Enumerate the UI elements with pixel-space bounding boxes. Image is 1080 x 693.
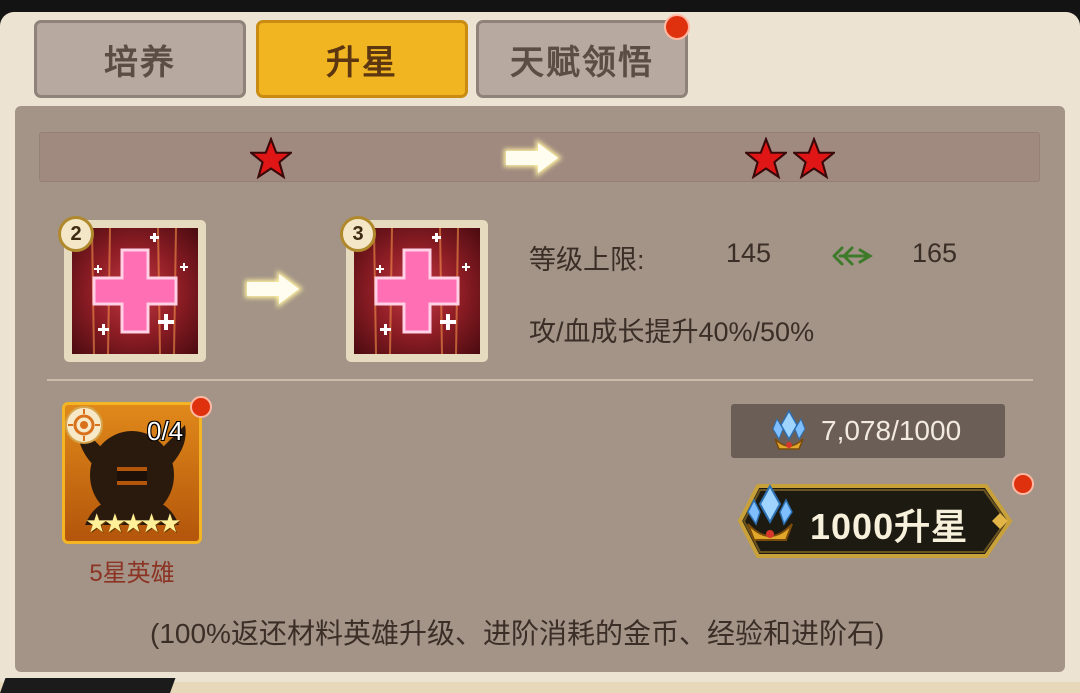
crystal-crown-icon [772, 409, 806, 450]
level-cap-label: 等级上限: [529, 245, 645, 275]
tab-cultivate[interactable]: 培养 [34, 20, 246, 98]
tab-talent[interactable]: 天赋领悟 [476, 20, 688, 98]
refund-note: (100%返还材料英雄升级、进阶消耗的金币、经验和进阶石) [150, 618, 885, 649]
material-notification-dot [190, 396, 212, 418]
skill-level-badge: 3 [340, 216, 376, 252]
star-transition-row [39, 132, 1040, 182]
bottom-decoration [0, 678, 176, 693]
star-icon [793, 137, 835, 179]
skill-level-value: 2 [70, 222, 82, 245]
skill-level-badge: 2 [58, 216, 94, 252]
tab-label: 培养 [104, 43, 176, 82]
star-up-panel: 2 3 等级上限: 145 165 攻/血成长提升40%/50% 0/4 ★★★… [15, 106, 1065, 672]
tab-label: 天赋领悟 [510, 43, 654, 82]
heal-skill-art [72, 228, 198, 354]
skill-level-value: 3 [352, 222, 364, 245]
tab-star-up[interactable]: 升星 [256, 20, 468, 98]
heal-skill-art [354, 228, 480, 354]
sun-element-icon [65, 406, 103, 444]
level-cap-from: 145 [726, 238, 772, 268]
tab-label: 升星 [326, 43, 398, 82]
material-hero-label: 5星英雄 [89, 560, 175, 587]
growth-text: 攻/血成长提升40%/50% [529, 317, 815, 347]
divider [47, 379, 1033, 381]
star-icon [745, 137, 787, 179]
cost-text: 7,078/1000 [821, 415, 962, 446]
arrow-green-icon [832, 246, 873, 266]
star-up-notification-dot [1012, 473, 1034, 495]
material-progress: 0/4 [147, 416, 184, 446]
star-up-button-label: 1000升星 [810, 506, 969, 547]
arrow-right-icon [504, 139, 562, 177]
arrow-right-icon [245, 270, 303, 308]
star-icon [250, 137, 292, 179]
tab-talent-notification-dot [664, 14, 690, 40]
top-bar [0, 0, 1080, 12]
material-stars-icon: ★★★★★ [85, 508, 182, 538]
level-cap-to: 165 [912, 238, 958, 268]
